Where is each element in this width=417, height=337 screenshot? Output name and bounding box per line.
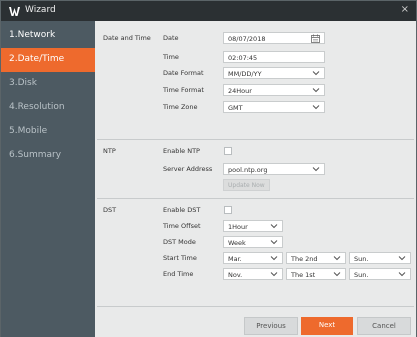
date-value: 08/07/2018 [228, 35, 266, 43]
next-button[interactable]: Next [301, 317, 353, 335]
window-title: Wizard [25, 5, 56, 15]
time-zone-select[interactable]: GMT [223, 101, 325, 113]
start-time-label: Start Time [163, 254, 197, 262]
chevron-down-icon [398, 256, 406, 261]
chevron-down-icon [270, 256, 278, 261]
date-format-value: MM/DD/YY [228, 70, 262, 78]
time-offset-value: 1Hour [228, 223, 248, 231]
update-now-button[interactable]: Update Now [223, 179, 270, 191]
sidebar-item-mobile[interactable]: 5.Mobile [1, 120, 95, 144]
chevron-down-icon [270, 272, 278, 277]
time-zone-value: GMT [228, 104, 243, 112]
chevron-down-icon [312, 167, 320, 172]
start-day-value: Sun. [354, 255, 369, 263]
dst-mode-label: DST Mode [163, 238, 196, 246]
time-format-label: Time Format [163, 86, 204, 94]
calendar-icon[interactable] [311, 34, 320, 43]
section-divider [97, 139, 414, 140]
wizard-content: Date and Time Date 08/07/2018 Time 02:07… [95, 21, 416, 337]
server-address-value: pool.ntp.org [228, 166, 268, 174]
end-week-select[interactable]: The 1st [286, 268, 346, 280]
chevron-down-icon [312, 88, 320, 93]
time-format-value: 24Hour [228, 87, 252, 95]
close-icon[interactable]: × [401, 4, 409, 15]
enable-ntp-label: Enable NTP [163, 147, 200, 155]
chevron-down-icon [270, 240, 278, 245]
enable-ntp-checkbox[interactable] [224, 147, 232, 155]
date-label: Date [163, 34, 179, 42]
end-time-label: End Time [163, 270, 194, 278]
title-bar: Wizard × [1, 1, 416, 21]
footer-divider [97, 306, 414, 307]
time-offset-label: Time Offset [163, 222, 201, 230]
enable-dst-checkbox[interactable] [224, 206, 232, 214]
server-address-label: Server Address [163, 165, 213, 173]
server-address-select[interactable]: pool.ntp.org [223, 163, 325, 175]
end-day-value: Sun. [354, 271, 369, 279]
end-month-value: Nov. [228, 271, 243, 279]
end-day-select[interactable]: Sun. [349, 268, 411, 280]
dst-section-label: DST [103, 206, 117, 214]
cancel-button[interactable]: Cancel [357, 317, 411, 335]
app-logo-icon [9, 7, 20, 16]
date-format-label: Date Format [163, 69, 204, 77]
chevron-down-icon [398, 272, 406, 277]
start-week-select[interactable]: The 2nd [286, 252, 346, 264]
date-field[interactable]: 08/07/2018 [223, 32, 325, 44]
end-week-value: The 1st [291, 271, 316, 279]
date-time-section-label: Date and Time [103, 34, 151, 42]
time-offset-select[interactable]: 1Hour [223, 220, 283, 232]
date-format-select[interactable]: MM/DD/YY [223, 67, 325, 79]
dst-mode-select[interactable]: Week [223, 236, 283, 248]
start-month-select[interactable]: Mar. [223, 252, 283, 264]
chevron-down-icon [333, 256, 341, 261]
wizard-steps-sidebar: 1.Network 2.Date/Time 3.Disk 4.Resolutio… [1, 21, 95, 337]
sidebar-item-disk[interactable]: 3.Disk [1, 72, 95, 96]
section-divider [97, 198, 414, 199]
chevron-down-icon [333, 272, 341, 277]
sidebar-item-network[interactable]: 1.Network [1, 24, 95, 48]
wizard-window: Wizard × 1.Network 2.Date/Time 3.Disk 4.… [0, 0, 417, 337]
chevron-down-icon [270, 224, 278, 229]
time-format-select[interactable]: 24Hour [223, 84, 325, 96]
chevron-down-icon [312, 71, 320, 76]
time-zone-label: Time Zone [163, 103, 198, 111]
start-week-value: The 2nd [291, 255, 318, 263]
time-value: 02:07:45 [228, 54, 258, 62]
chevron-down-icon [312, 105, 320, 110]
time-field[interactable]: 02:07:45 [223, 51, 325, 63]
ntp-section-label: NTP [103, 147, 116, 155]
dst-mode-value: Week [228, 239, 246, 247]
previous-button[interactable]: Previous [244, 317, 298, 335]
time-label: Time [163, 53, 179, 61]
enable-dst-label: Enable DST [163, 206, 201, 214]
start-day-select[interactable]: Sun. [349, 252, 411, 264]
start-month-value: Mar. [228, 255, 242, 263]
sidebar-item-date-time[interactable]: 2.Date/Time [1, 48, 95, 72]
sidebar-item-summary[interactable]: 6.Summary [1, 144, 95, 168]
end-month-select[interactable]: Nov. [223, 268, 283, 280]
sidebar-item-resolution[interactable]: 4.Resolution [1, 96, 95, 120]
